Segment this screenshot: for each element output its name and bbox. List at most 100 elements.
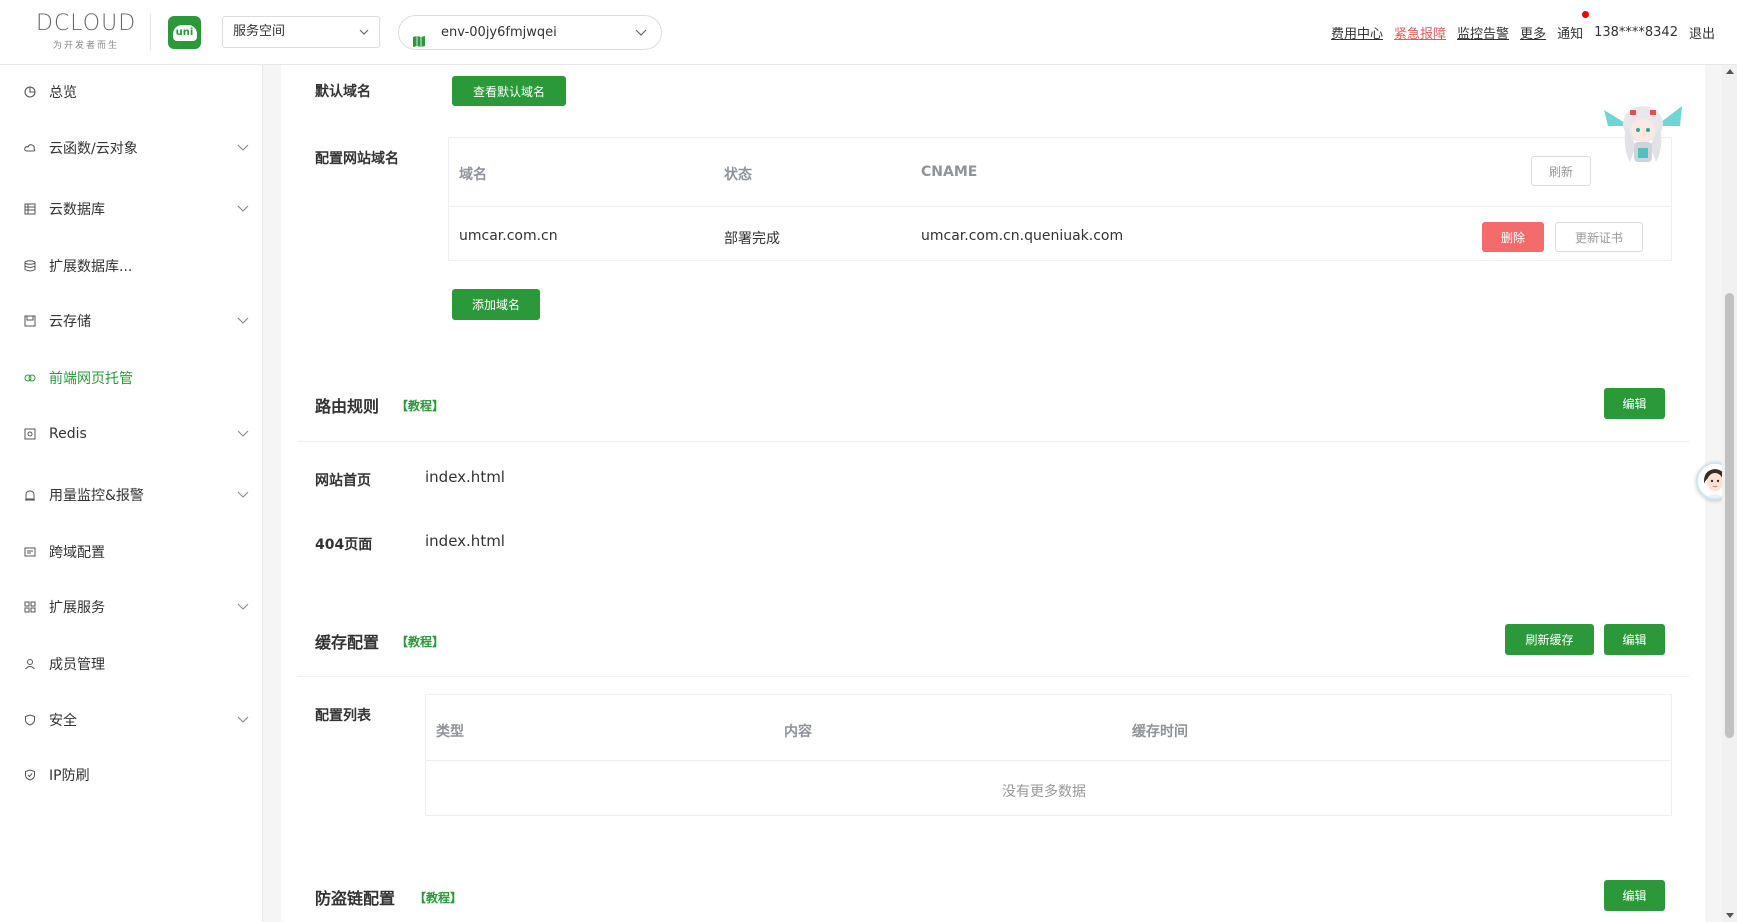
user-phone[interactable]: 138****8342 bbox=[1594, 25, 1678, 40]
sidebar-item-label: 安全 bbox=[49, 713, 77, 729]
sidebar-item-extended-database[interactable]: 扩展数据库... bbox=[0, 246, 263, 286]
sidebar-item-ip-protection[interactable]: IP防刷 bbox=[0, 755, 263, 795]
scroll-down-arrow-icon[interactable] bbox=[1726, 913, 1734, 918]
sidebar-item-web-hosting[interactable]: 前端网页托管 bbox=[0, 358, 263, 398]
cache-tutorial-link[interactable]: 【教程】 bbox=[396, 633, 444, 650]
config-domain-label: 配置网站域名 bbox=[315, 151, 399, 167]
sidebar-item-label: 云函数/云对象 bbox=[49, 141, 138, 157]
sidebar-item-label: 云存储 bbox=[49, 314, 91, 330]
grid-icon bbox=[24, 601, 36, 613]
hotlink-edit-button[interactable]: 编辑 bbox=[1604, 880, 1665, 911]
sidebar: 总览 云函数/云对象 云数据库 扩展数据库... 云存储 前端网页托管 Redi… bbox=[0, 65, 263, 922]
page-scrollbar[interactable] bbox=[1722, 65, 1737, 922]
sidebar-item-cloud-database[interactable]: 云数据库 bbox=[0, 189, 263, 229]
add-domain-button[interactable]: 添加域名 bbox=[452, 289, 540, 320]
uni-logo-text: uni bbox=[172, 24, 197, 41]
empty-state-text: 没有更多数据 bbox=[1002, 784, 1086, 800]
mascot-image[interactable] bbox=[1600, 96, 1686, 172]
route-edit-button[interactable]: 编辑 bbox=[1604, 388, 1665, 419]
env-select-value: env-00jy6fmjwqei bbox=[441, 25, 557, 40]
delete-button[interactable]: 删除 bbox=[1482, 222, 1544, 252]
top-nav: 费用中心 紧急报障 监控告警 更多 通知 138****8342 退出 bbox=[1320, 0, 1715, 65]
cname-header: CNAME bbox=[921, 164, 978, 180]
sidebar-item-label: 总览 bbox=[49, 85, 77, 101]
chevron-down-icon bbox=[237, 427, 249, 439]
redis-icon bbox=[24, 428, 36, 440]
default-domain-label: 默认域名 bbox=[315, 84, 371, 100]
sidebar-item-members[interactable]: 成员管理 bbox=[0, 644, 263, 684]
homepage-value: index.html bbox=[425, 468, 505, 486]
domain-table: 域名 状态 CNAME 刷新 umcar.com.cn 部署完成 umcar.c… bbox=[448, 137, 1672, 261]
table-divider bbox=[449, 206, 1671, 207]
sidebar-item-label: 扩展数据库... bbox=[49, 259, 133, 275]
sidebar-item-cloud-functions[interactable]: 云函数/云对象 bbox=[0, 128, 263, 168]
uni-logo[interactable]: uni bbox=[168, 16, 201, 49]
sidebar-item-overview[interactable]: 总览 bbox=[0, 72, 263, 112]
sidebar-item-redis[interactable]: Redis bbox=[0, 414, 263, 454]
shield-icon bbox=[24, 714, 36, 726]
sidebar-item-usage-monitor[interactable]: 用量监控&报警 bbox=[0, 475, 263, 515]
header-divider bbox=[150, 14, 151, 50]
logo-tagline: 为开发者而生 bbox=[52, 41, 119, 51]
chevron-down-icon bbox=[237, 713, 249, 725]
sidebar-item-cloud-storage[interactable]: 云存储 bbox=[0, 301, 263, 341]
sidebar-item-security[interactable]: 安全 bbox=[0, 700, 263, 740]
type-header: 类型 bbox=[436, 724, 464, 740]
section-divider bbox=[297, 441, 1689, 442]
chevron-down-icon bbox=[359, 17, 369, 60]
update-cert-button[interactable]: 更新证书 bbox=[1555, 222, 1643, 252]
homepage-label: 网站首页 bbox=[315, 473, 371, 489]
monitor-alert-link[interactable]: 监控告警 bbox=[1457, 23, 1509, 42]
notify-link[interactable]: 通知 bbox=[1557, 11, 1590, 42]
route-rules-title: 路由规则 bbox=[315, 397, 380, 416]
space-select[interactable]: 服务空间 bbox=[222, 16, 380, 48]
status-cell: 部署完成 bbox=[724, 231, 780, 247]
route-tutorial-link[interactable]: 【教程】 bbox=[396, 397, 444, 414]
top-header: DCLOUD 为开发者而生 uni 服务空间 env-00jy6fmjwqei … bbox=[0, 0, 1737, 65]
scroll-up-arrow-icon[interactable] bbox=[1726, 69, 1734, 74]
status-header: 状态 bbox=[724, 167, 752, 183]
sidebar-item-label: 成员管理 bbox=[49, 657, 105, 673]
cache-table: 类型 内容 缓存时间 没有更多数据 bbox=[425, 694, 1672, 816]
more-link[interactable]: 更多 bbox=[1520, 23, 1546, 42]
chevron-down-icon bbox=[237, 600, 249, 612]
domain-cell: umcar.com.cn bbox=[459, 228, 558, 244]
scrollbar-thumb[interactable] bbox=[1725, 293, 1734, 738]
shield-check-icon bbox=[24, 769, 36, 781]
cors-icon bbox=[24, 546, 36, 558]
chevron-down-icon bbox=[635, 16, 647, 62]
notfound-value: index.html bbox=[425, 532, 505, 550]
section-divider bbox=[297, 676, 1689, 677]
chevron-down-icon bbox=[237, 488, 249, 500]
sidebar-item-label: 前端网页托管 bbox=[49, 371, 133, 387]
map-icon bbox=[413, 27, 425, 47]
refresh-cache-button[interactable]: 刷新缓存 bbox=[1505, 624, 1594, 655]
dcloud-logo[interactable]: DCLOUD 为开发者而生 bbox=[36, 12, 136, 54]
user-icon bbox=[24, 658, 36, 670]
main-content: 默认域名 查看默认域名 配置网站域名 域名 状态 CNAME 刷新 umcar.… bbox=[281, 65, 1705, 922]
database-icon bbox=[24, 260, 36, 272]
sidebar-item-label: Redis bbox=[49, 426, 87, 442]
sidebar-item-cors[interactable]: 跨域配置 bbox=[0, 532, 263, 572]
hotlink-config-title: 防盗链配置 bbox=[315, 889, 396, 908]
hosting-icon bbox=[24, 372, 36, 384]
pie-chart-icon bbox=[24, 86, 36, 98]
database-table-icon bbox=[24, 203, 36, 215]
view-default-domain-button[interactable]: 查看默认域名 bbox=[452, 76, 566, 106]
content-header: 内容 bbox=[784, 724, 812, 740]
config-list-label: 配置列表 bbox=[315, 708, 371, 724]
cname-cell: umcar.com.cn.queniuak.com bbox=[921, 228, 1124, 244]
sidebar-item-extension-services[interactable]: 扩展服务 bbox=[0, 587, 263, 627]
urgent-report-link[interactable]: 紧急报障 bbox=[1394, 23, 1446, 42]
table-divider bbox=[426, 760, 1671, 761]
sidebar-item-label: 跨域配置 bbox=[49, 545, 105, 561]
alarm-icon bbox=[24, 489, 36, 501]
notification-dot bbox=[1582, 11, 1590, 18]
billing-link[interactable]: 费用中心 bbox=[1331, 23, 1383, 42]
logout-link[interactable]: 退出 bbox=[1689, 23, 1715, 42]
cache-edit-button[interactable]: 编辑 bbox=[1604, 624, 1665, 655]
hotlink-tutorial-link[interactable]: 【教程】 bbox=[414, 889, 462, 906]
refresh-button[interactable]: 刷新 bbox=[1531, 156, 1591, 186]
cloud-icon bbox=[24, 142, 36, 154]
env-select[interactable]: env-00jy6fmjwqei bbox=[398, 15, 662, 50]
